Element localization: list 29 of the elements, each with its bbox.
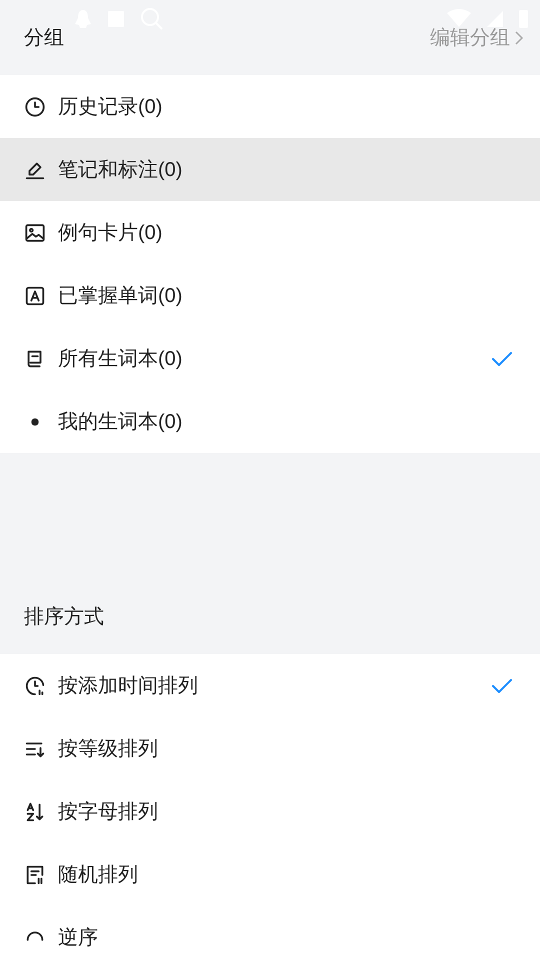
menu-item[interactable]: 历史记录(0) bbox=[0, 75, 540, 138]
item-label: 我的生词本(0) bbox=[58, 410, 184, 434]
sort-letters-icon bbox=[24, 800, 46, 822]
menu-item[interactable]: 笔记和标注(0) bbox=[0, 138, 540, 201]
menu-item[interactable]: 按字母排列 bbox=[0, 780, 540, 843]
item-label: 所有生词本(0) bbox=[58, 346, 184, 372]
image-icon bbox=[24, 222, 46, 244]
item-label: 笔记和标注(0) bbox=[58, 158, 184, 182]
item-label: 已掌握单词(0) bbox=[58, 284, 184, 308]
item-label: 逆序 bbox=[58, 926, 99, 950]
section-title: 分组 bbox=[24, 26, 64, 50]
menu-item[interactable]: 按添加时间排列 bbox=[0, 654, 540, 717]
item-label: 随机排列 bbox=[58, 862, 139, 888]
menu-item[interactable]: 随机排列 bbox=[0, 843, 540, 906]
clock-icon bbox=[24, 96, 46, 118]
clock-icon bbox=[24, 674, 46, 696]
chevron-right-icon bbox=[514, 30, 524, 46]
item-label: 按添加时间排列 bbox=[58, 674, 199, 698]
item-label: 历史记录(0) bbox=[58, 94, 164, 120]
item-label: 例句卡片(0) bbox=[58, 220, 164, 246]
menu-item[interactable]: 按等级排列 bbox=[0, 717, 540, 780]
menu-item[interactable]: 我的生词本(0) bbox=[0, 390, 540, 453]
section-title: 排序方式 bbox=[24, 604, 104, 630]
menu-item[interactable]: 逆序 bbox=[0, 906, 540, 960]
item-label: 按字母排列 bbox=[58, 800, 159, 824]
menu-item[interactable]: 所有生词本(0) bbox=[0, 327, 540, 390]
menu-item[interactable]: 已掌握单词(0) bbox=[0, 264, 540, 327]
menu-item[interactable]: 例句卡片(0) bbox=[0, 201, 540, 264]
item-label: 按等级排列 bbox=[58, 736, 159, 762]
